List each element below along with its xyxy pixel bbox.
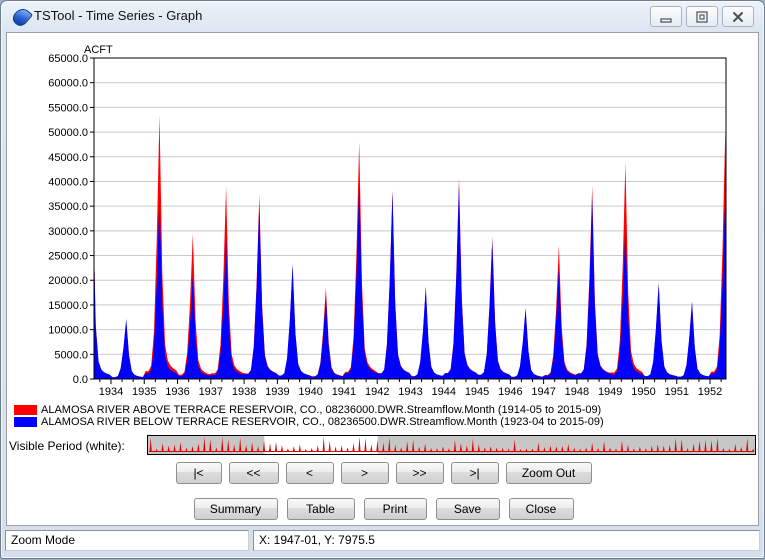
svg-text:1938: 1938 bbox=[232, 386, 256, 398]
close-button[interactable] bbox=[722, 6, 754, 27]
step-left-button[interactable]: < bbox=[286, 462, 334, 484]
svg-text:5000.0: 5000.0 bbox=[54, 349, 88, 361]
svg-text:1945: 1945 bbox=[465, 386, 489, 398]
save-button[interactable]: Save bbox=[436, 498, 500, 520]
minimize-button[interactable] bbox=[650, 6, 682, 27]
legend-item-below: ALAMOSA RIVER BELOW TERRACE RESERVOIR, C… bbox=[14, 416, 604, 427]
svg-text:40000.0: 40000.0 bbox=[48, 176, 88, 188]
svg-text:15000.0: 15000.0 bbox=[48, 300, 88, 312]
svg-text:1944: 1944 bbox=[432, 386, 456, 398]
summary-button[interactable]: Summary bbox=[194, 498, 278, 520]
svg-text:25000.0: 25000.0 bbox=[48, 251, 88, 263]
blue-series-swatch bbox=[14, 417, 37, 427]
print-button[interactable]: Print bbox=[364, 498, 427, 520]
svg-text:ACFT: ACFT bbox=[84, 44, 113, 56]
svg-text:65000.0: 65000.0 bbox=[48, 53, 88, 65]
svg-text:1947: 1947 bbox=[531, 386, 555, 398]
tstool-graph-window: TSTool - Time Series - Graph 0.05000.010 bbox=[0, 0, 765, 559]
maximize-icon bbox=[694, 10, 710, 24]
go-to-end-button[interactable]: >| bbox=[451, 462, 499, 484]
red-series-swatch bbox=[14, 405, 37, 415]
svg-text:1940: 1940 bbox=[298, 386, 322, 398]
svg-text:1952: 1952 bbox=[698, 386, 722, 398]
zoom-out-button[interactable]: Zoom Out bbox=[506, 462, 592, 484]
status-bar: Zoom Mode X: 1947-01, Y: 7975.5 bbox=[1, 525, 764, 560]
action-button-row: Summary Table Print Save Close bbox=[1, 498, 765, 520]
page-left-button[interactable]: << bbox=[229, 462, 279, 484]
svg-text:1948: 1948 bbox=[565, 386, 589, 398]
legend-label-above: ALAMOSA RIVER ABOVE TERRACE RESERVOIR, C… bbox=[41, 404, 601, 416]
title-bar[interactable]: TSTool - Time Series - Graph bbox=[1, 1, 764, 31]
status-mode-field: Zoom Mode bbox=[5, 530, 249, 551]
table-button[interactable]: Table bbox=[287, 498, 355, 520]
svg-text:1935: 1935 bbox=[132, 386, 156, 398]
step-right-button[interactable]: > bbox=[341, 462, 389, 484]
svg-text:1942: 1942 bbox=[365, 386, 389, 398]
svg-text:1949: 1949 bbox=[598, 386, 622, 398]
svg-text:35000.0: 35000.0 bbox=[48, 201, 88, 213]
status-coordinates-field: X: 1947-01, Y: 7975.5 bbox=[253, 530, 760, 551]
svg-text:30000.0: 30000.0 bbox=[48, 226, 88, 238]
svg-text:50000.0: 50000.0 bbox=[48, 127, 88, 139]
svg-text:1937: 1937 bbox=[199, 386, 223, 398]
legend-item-above: ALAMOSA RIVER ABOVE TERRACE RESERVOIR, C… bbox=[14, 404, 604, 415]
svg-text:60000.0: 60000.0 bbox=[48, 78, 88, 90]
svg-text:1936: 1936 bbox=[165, 386, 189, 398]
svg-text:1951: 1951 bbox=[665, 386, 689, 398]
visible-period-strip[interactable] bbox=[147, 435, 757, 456]
navigation-button-row: |< << < > >> >| Zoom Out bbox=[1, 462, 765, 484]
svg-text:1939: 1939 bbox=[265, 386, 289, 398]
svg-text:1946: 1946 bbox=[498, 386, 522, 398]
svg-text:1950: 1950 bbox=[631, 386, 655, 398]
tstool-water-drop-icon bbox=[10, 5, 33, 28]
maximize-button[interactable] bbox=[686, 6, 718, 27]
svg-text:1943: 1943 bbox=[398, 386, 422, 398]
go-to-start-button[interactable]: |< bbox=[176, 462, 222, 484]
svg-text:20000.0: 20000.0 bbox=[48, 275, 88, 287]
close-action-button[interactable]: Close bbox=[509, 498, 574, 520]
visible-period-label: Visible Period (white): bbox=[9, 439, 125, 453]
minimize-icon bbox=[658, 10, 674, 24]
svg-text:45000.0: 45000.0 bbox=[48, 152, 88, 164]
legend-label-below: ALAMOSA RIVER BELOW TERRACE RESERVOIR, C… bbox=[41, 416, 604, 428]
svg-text:1934: 1934 bbox=[99, 386, 123, 398]
svg-text:1941: 1941 bbox=[332, 386, 356, 398]
svg-text:10000.0: 10000.0 bbox=[48, 325, 88, 337]
close-icon bbox=[730, 10, 746, 24]
chart-legend: ALAMOSA RIVER ABOVE TERRACE RESERVOIR, C… bbox=[14, 404, 604, 428]
svg-text:0.0: 0.0 bbox=[73, 374, 88, 386]
window-title: TSTool - Time Series - Graph bbox=[34, 8, 202, 23]
svg-text:55000.0: 55000.0 bbox=[48, 102, 88, 114]
page-right-button[interactable]: >> bbox=[396, 462, 444, 484]
time-series-chart[interactable]: 0.0 5000.0 10000.0 15000.0 20000.0 25000.0 300… bbox=[1, 34, 765, 402]
